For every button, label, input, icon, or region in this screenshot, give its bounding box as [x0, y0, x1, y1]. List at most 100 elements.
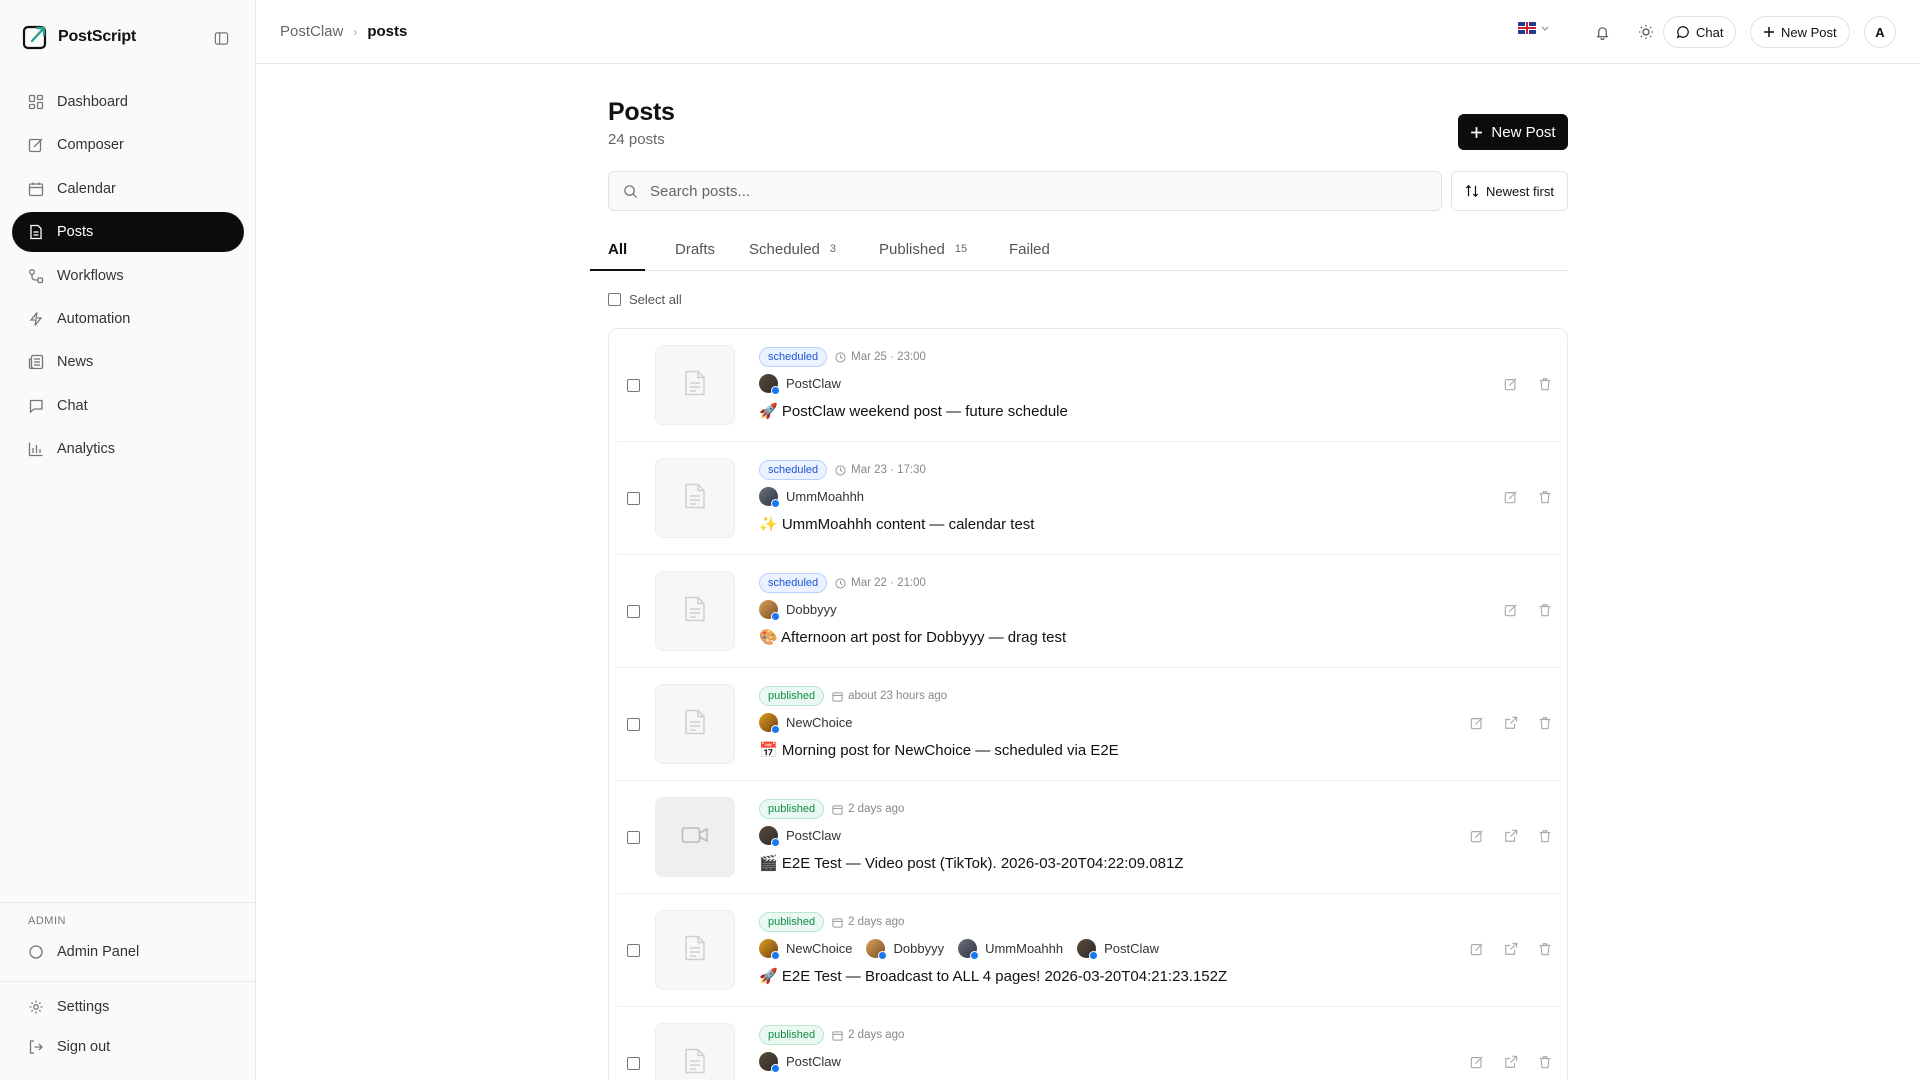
- post-checkbox[interactable]: [627, 492, 640, 505]
- timestamp-text: Mar 22 · 21:00: [851, 577, 926, 589]
- trash-icon[interactable]: [1537, 941, 1553, 957]
- select-all[interactable]: Select all: [608, 292, 682, 307]
- sidebar-item-automation[interactable]: Automation: [12, 299, 244, 339]
- header-new-post-button[interactable]: New Post: [1750, 16, 1850, 48]
- account-chip[interactable]: Dobbyyy: [759, 600, 837, 621]
- post-checkbox[interactable]: [627, 379, 640, 392]
- new-post-button[interactable]: New Post: [1458, 114, 1568, 150]
- sort-icon: [1465, 184, 1479, 198]
- post-text[interactable]: ✨ UmmMoahhh content — calendar test: [759, 515, 1034, 533]
- new-post-label: New Post: [1781, 24, 1837, 40]
- page-title: Posts: [608, 98, 675, 126]
- account-chip[interactable]: PostClaw: [759, 826, 841, 847]
- post-checkbox[interactable]: [627, 944, 640, 957]
- account-name: UmmMoahhh: [985, 941, 1064, 956]
- account-chip[interactable]: UmmMoahhh: [759, 487, 864, 508]
- account-avatar: [759, 826, 780, 847]
- edit-icon[interactable]: [1469, 715, 1485, 731]
- theme-toggle-icon[interactable]: [1634, 20, 1658, 44]
- search-input[interactable]: [650, 182, 1410, 200]
- chat-button[interactable]: Chat: [1663, 16, 1737, 48]
- language-selector[interactable]: [1518, 22, 1550, 34]
- facebook-icon: [970, 951, 980, 960]
- external-link-icon[interactable]: [1503, 828, 1519, 844]
- tab-scheduled[interactable]: Scheduled 3: [749, 231, 836, 271]
- tab-failed[interactable]: Failed: [1009, 231, 1050, 271]
- post-checkbox[interactable]: [627, 831, 640, 844]
- sidebar-item-settings[interactable]: Settings: [28, 999, 109, 1015]
- brand[interactable]: PostScript: [22, 24, 136, 50]
- calendar-icon: [832, 1030, 843, 1041]
- post-checkbox[interactable]: [627, 605, 640, 618]
- dashboard-icon: [28, 94, 44, 110]
- account-chip[interactable]: PostClaw: [759, 374, 841, 395]
- sidebar-item-chat[interactable]: Chat: [12, 386, 244, 426]
- external-link-icon[interactable]: [1503, 715, 1519, 731]
- post-row[interactable]: scheduled Mar 22 · 21:00 Dobbyyy 🎨 After…: [617, 555, 1561, 668]
- sidebar-item-admin-panel[interactable]: Admin Panel: [28, 944, 139, 960]
- trash-icon[interactable]: [1537, 489, 1553, 505]
- tab-label: Published: [879, 241, 945, 258]
- post-text[interactable]: 🎨 Afternoon art post for Dobbyyy — drag …: [759, 628, 1066, 646]
- sort-button[interactable]: Newest first: [1451, 171, 1568, 211]
- account-chip[interactable]: PostClaw: [759, 1052, 841, 1073]
- post-row[interactable]: published 2 days ago NewChoice Dobbyyy U…: [617, 894, 1561, 1007]
- post-actions: [1469, 715, 1553, 731]
- edit-icon[interactable]: [1503, 602, 1519, 618]
- post-text[interactable]: 🚀 E2E Test — Broadcast to ALL 4 pages! 2…: [759, 967, 1227, 985]
- sidebar-item-posts[interactable]: Posts: [12, 212, 244, 253]
- account-chip[interactable]: PostClaw: [1077, 939, 1159, 960]
- edit-icon[interactable]: [1469, 1054, 1485, 1070]
- sidebar-item-analytics[interactable]: Analytics: [12, 429, 244, 469]
- account-chip[interactable]: NewChoice: [759, 713, 852, 734]
- trash-icon[interactable]: [1537, 828, 1553, 844]
- notification-bell-icon[interactable]: [1590, 20, 1614, 44]
- post-row[interactable]: published 2 days ago PostClaw: [617, 1007, 1561, 1080]
- edit-icon[interactable]: [1503, 489, 1519, 505]
- sidebar-item-dashboard[interactable]: Dashboard: [12, 82, 244, 122]
- post-checkbox[interactable]: [627, 1057, 640, 1070]
- document-icon: [684, 596, 706, 627]
- post-text[interactable]: 📅 Morning post for NewChoice — scheduled…: [759, 741, 1119, 759]
- edit-icon[interactable]: [1469, 941, 1485, 957]
- account-chip[interactable]: NewChoice: [759, 939, 852, 960]
- trash-icon[interactable]: [1537, 715, 1553, 731]
- tab-drafts[interactable]: Drafts: [675, 231, 715, 271]
- post-thumbnail: [655, 345, 735, 425]
- post-row[interactable]: published about 23 hours ago NewChoice 📅…: [617, 668, 1561, 781]
- trash-icon[interactable]: [1537, 376, 1553, 392]
- plus-icon: [1471, 126, 1483, 138]
- bolt-icon: [29, 312, 43, 326]
- edit-icon[interactable]: [1469, 828, 1485, 844]
- post-row[interactable]: scheduled Mar 25 · 23:00 PostClaw 🚀 Post…: [617, 329, 1561, 442]
- search-icon: [624, 184, 638, 198]
- account-chip[interactable]: Dobbyyy: [866, 939, 944, 960]
- trash-icon[interactable]: [1537, 602, 1553, 618]
- post-text[interactable]: 🚀 PostClaw weekend post — future schedul…: [759, 402, 1068, 420]
- sidebar-item-composer[interactable]: Composer: [12, 125, 244, 165]
- post-row[interactable]: scheduled Mar 23 · 17:30 UmmMoahhh ✨ Umm…: [617, 442, 1561, 555]
- sidebar-item-sign-out[interactable]: Sign out: [28, 1039, 110, 1055]
- post-text[interactable]: 🎬 E2E Test — Video post (TikTok). 2026-0…: [759, 854, 1183, 872]
- trash-icon[interactable]: [1537, 1054, 1553, 1070]
- sidebar-collapse-icon[interactable]: [211, 28, 231, 48]
- user-avatar[interactable]: A: [1864, 16, 1896, 48]
- breadcrumb-parent[interactable]: PostClaw: [280, 23, 343, 40]
- sidebar-item-workflows[interactable]: Workflows: [12, 256, 244, 296]
- tab-all[interactable]: All: [590, 231, 646, 271]
- top-bar: PostClaw › posts Chat New Post A: [256, 0, 1920, 64]
- sidebar-item-calendar[interactable]: Calendar: [12, 169, 244, 209]
- select-all-checkbox[interactable]: [608, 293, 621, 306]
- sidebar-item-news[interactable]: News: [12, 342, 244, 382]
- document-icon: [684, 1048, 706, 1079]
- edit-icon[interactable]: [1503, 376, 1519, 392]
- post-checkbox[interactable]: [627, 718, 640, 731]
- tab-published[interactable]: Published 15: [879, 231, 967, 271]
- external-link-icon[interactable]: [1503, 1054, 1519, 1070]
- post-row[interactable]: published 2 days ago PostClaw 🎬 E2E Test…: [617, 781, 1561, 894]
- facebook-icon: [771, 725, 780, 734]
- tab-label: Drafts: [675, 241, 716, 258]
- account-chip[interactable]: UmmMoahhh: [958, 939, 1064, 960]
- sidebar-item-label: Automation: [57, 310, 131, 327]
- external-link-icon[interactable]: [1503, 941, 1519, 957]
